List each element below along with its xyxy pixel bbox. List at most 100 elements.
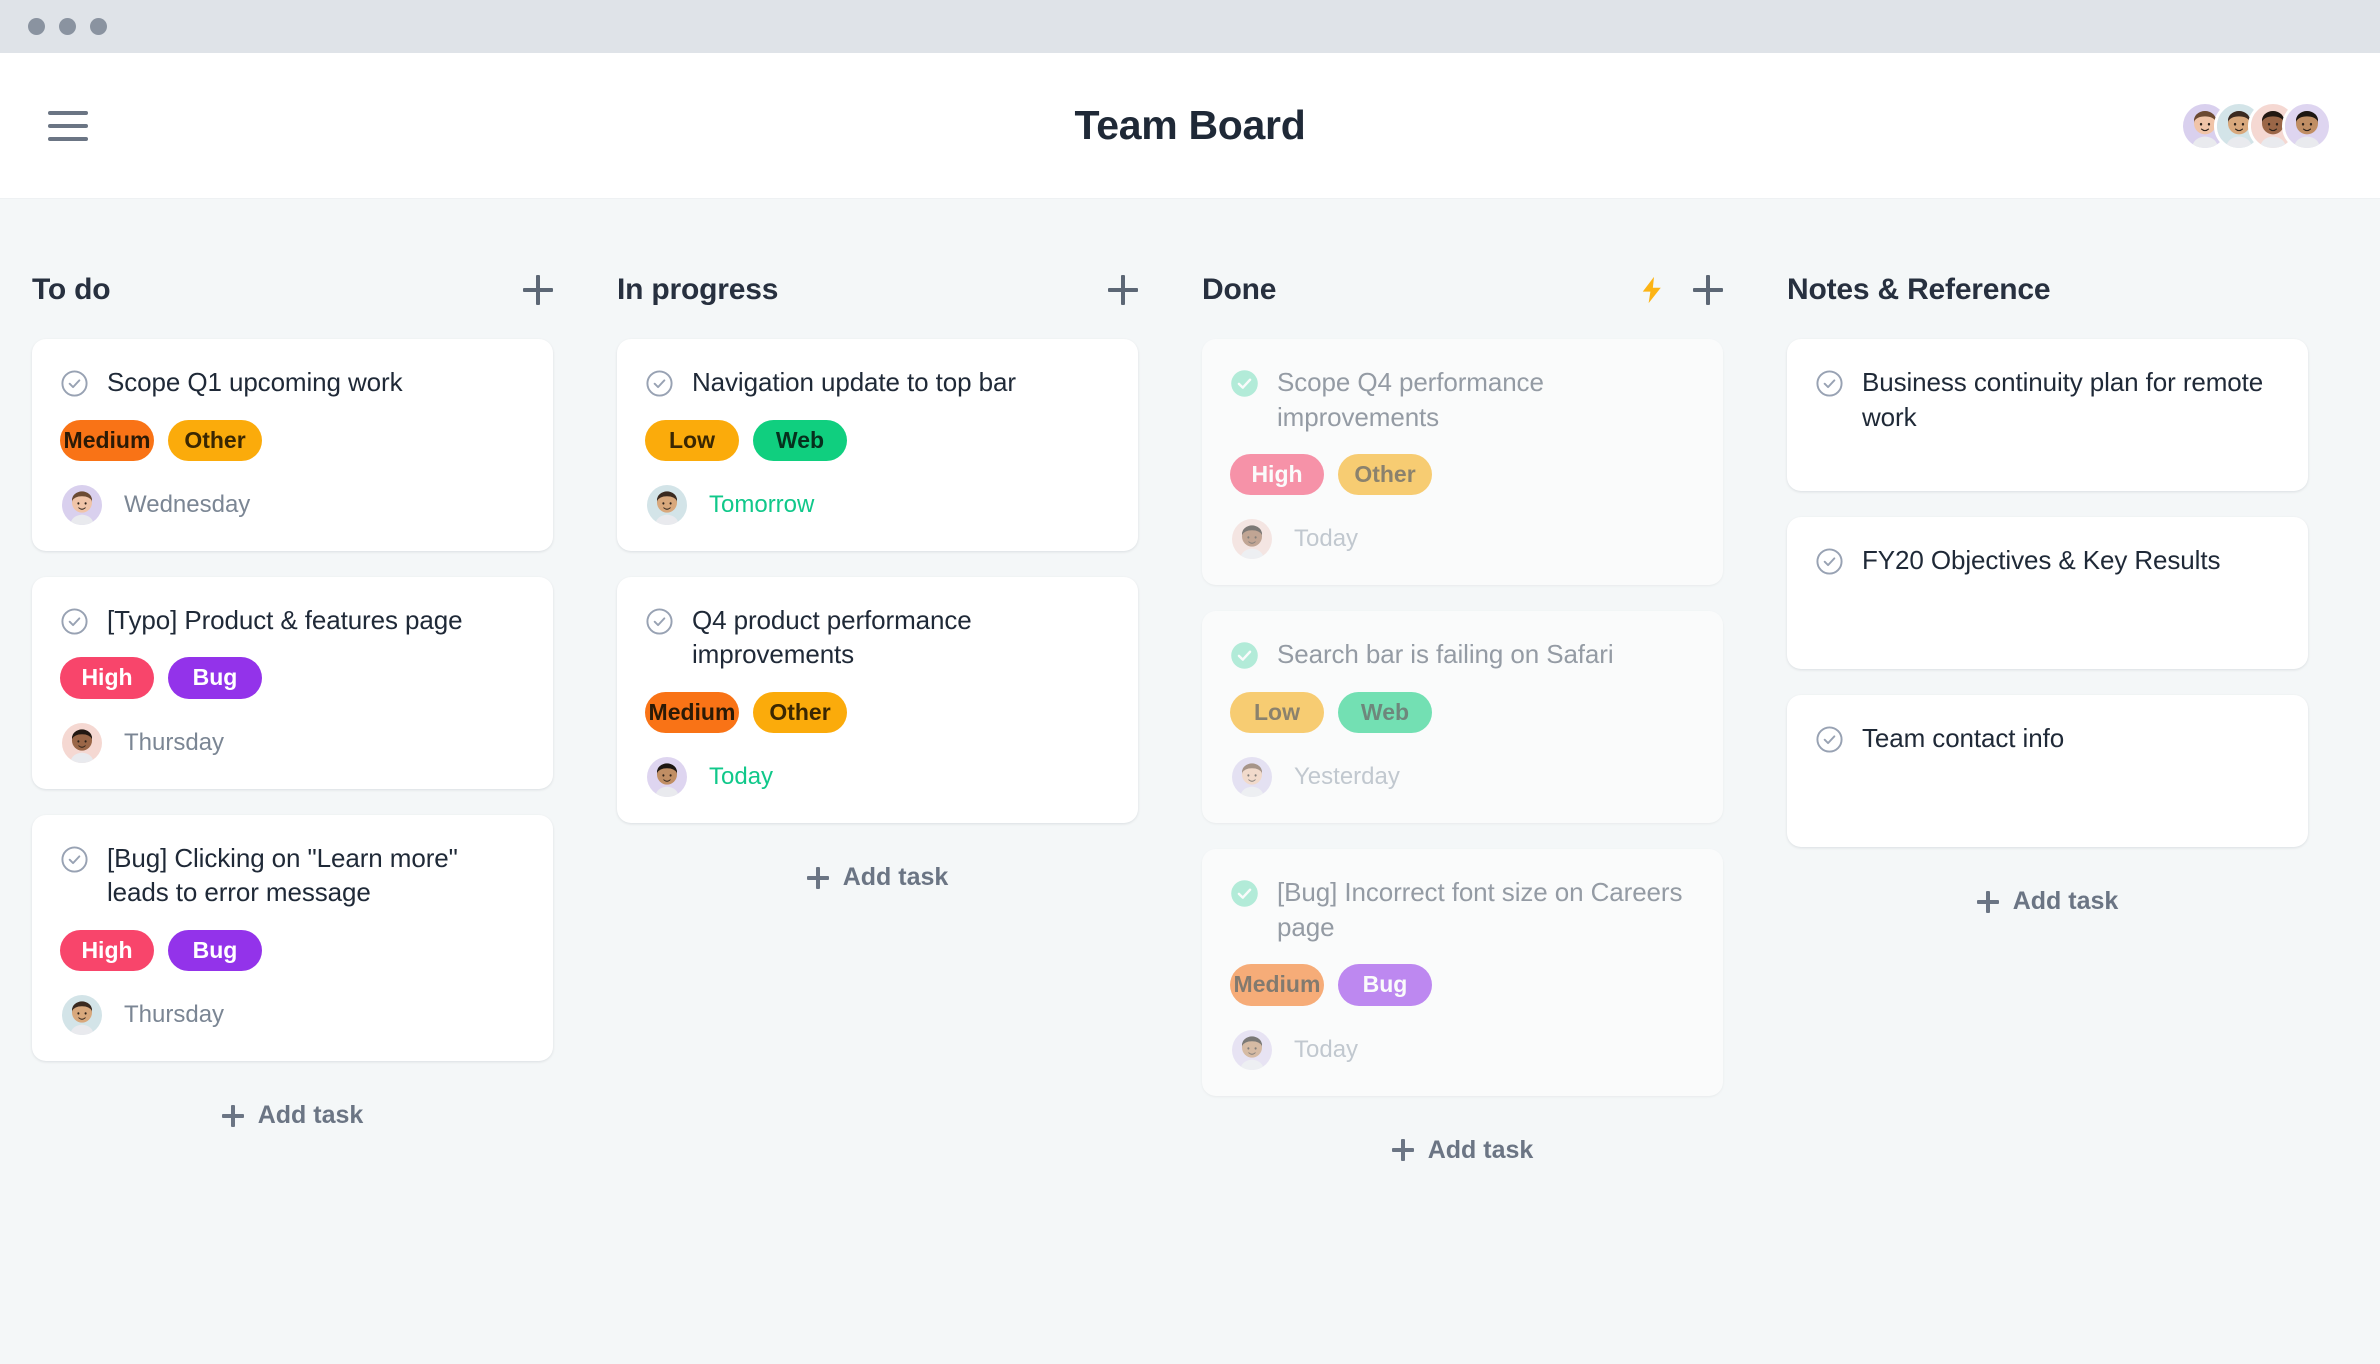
checkbox-icon[interactable] [60, 607, 89, 636]
avatar[interactable] [2282, 100, 2332, 151]
tag-badge[interactable]: High [1230, 454, 1324, 496]
tag-badge[interactable]: Medium [60, 419, 154, 461]
card-meta: Thursday [60, 720, 525, 765]
card-title-row: [Bug] Clicking on "Learn more" leads to … [60, 841, 525, 910]
column-actions [1108, 275, 1138, 305]
tag-badge[interactable]: Medium [645, 692, 739, 734]
add-task-label: Add task [1427, 1135, 1534, 1164]
card-title-row: [Bug] Incorrect font size on Careers pag… [1230, 875, 1695, 944]
task-card[interactable]: [Bug] Clicking on "Learn more" leads to … [32, 814, 553, 1062]
due-date: Today [1294, 525, 1359, 553]
column-actions [523, 275, 553, 305]
tag-badge[interactable]: Bug [168, 929, 262, 972]
add-card-icon[interactable] [1108, 275, 1138, 305]
card-title: [Bug] Clicking on "Learn more" leads to … [107, 842, 458, 908]
plus-icon [1976, 890, 1999, 913]
task-card[interactable]: Navigation update to top bar Low Web Tomor… [617, 339, 1138, 551]
hamburger-line [48, 110, 88, 115]
hamburger-line [48, 136, 88, 141]
column-title: To do [32, 273, 111, 306]
card-title: Scope Q1 upcoming work [107, 367, 403, 397]
tag-badge[interactable]: Web [753, 419, 847, 461]
assignee-avatar[interactable] [645, 482, 689, 527]
checkbox-checked-icon[interactable] [1230, 879, 1259, 908]
checkbox-icon[interactable] [60, 845, 89, 874]
task-card[interactable]: Scope Q1 upcoming work Medium Other Wednes… [32, 339, 553, 551]
card-title-row: Q4 product performance improvements [645, 603, 1110, 672]
tag-badge[interactable]: Other [1338, 454, 1432, 496]
task-card[interactable]: Search bar is failing on Safari Low Web Ye… [1202, 611, 1723, 824]
assignee-avatar[interactable] [60, 993, 104, 1038]
add-task-button[interactable]: Add task [32, 1087, 553, 1144]
close-button[interactable] [28, 18, 45, 35]
tag-badge[interactable]: Low [1230, 692, 1324, 734]
due-date: Yesterday [1294, 763, 1400, 791]
card-tags: High Bug [60, 657, 525, 699]
checkbox-icon[interactable] [60, 369, 89, 398]
card-tags: Low Web [1230, 692, 1695, 734]
plus-icon [806, 866, 829, 889]
task-card[interactable]: [Bug] Incorrect font size on Careers pag… [1202, 849, 1723, 1096]
card-title: [Typo] Product & features page [107, 604, 463, 635]
checkbox-icon[interactable] [1815, 369, 1844, 398]
add-card-icon[interactable] [523, 275, 553, 305]
due-date: Tomorrow [709, 490, 815, 518]
column-header: In progress [617, 267, 1138, 313]
card-title-row: Business continuity plan for remote work [1815, 365, 2280, 434]
minimize-button[interactable] [59, 18, 76, 35]
assignee-avatar[interactable] [1230, 755, 1274, 800]
card-title: Q4 product performance improvements [692, 604, 972, 670]
checkbox-checked-icon[interactable] [1230, 369, 1259, 398]
checkbox-icon[interactable] [645, 369, 674, 398]
column-done: Done Scope Q4 performance improvements Hi… [1170, 267, 1755, 1364]
task-card[interactable]: [Typo] Product & features page High Bug Th… [32, 576, 553, 789]
column-actions [1637, 275, 1723, 305]
card-tags: Medium Bug [1230, 964, 1695, 1006]
card-title: Search bar is failing on Safari [1277, 639, 1614, 670]
checkbox-icon[interactable] [645, 607, 674, 636]
tag-badge[interactable]: Bug [168, 657, 262, 699]
add-task-button[interactable]: Add task [617, 849, 1138, 906]
tag-badge[interactable]: Bug [1338, 964, 1432, 1006]
add-task-label: Add task [257, 1101, 364, 1130]
checkbox-icon[interactable] [1815, 725, 1844, 754]
due-date: Wednesday [124, 490, 251, 518]
tag-badge[interactable]: High [60, 929, 154, 972]
lightning-bolt-icon[interactable] [1637, 275, 1667, 305]
column-title: Done [1202, 273, 1277, 306]
due-date: Today [1294, 1035, 1359, 1063]
card-meta: Tomorrow [645, 482, 1110, 527]
assignee-avatar[interactable] [60, 482, 104, 527]
card-meta: Thursday [60, 993, 525, 1038]
assignee-avatar[interactable] [1230, 1027, 1274, 1072]
task-card[interactable]: Team contact info [1787, 695, 2308, 847]
column-header: To do [32, 267, 553, 313]
card-title-row: Scope Q1 upcoming work [60, 365, 525, 400]
assignee-avatar[interactable] [645, 755, 689, 800]
card-tags: Medium Other [645, 692, 1110, 734]
add-task-button[interactable]: Add task [1202, 1122, 1723, 1179]
card-meta: Today [645, 755, 1110, 800]
task-card[interactable]: Scope Q4 performance improvements High Oth… [1202, 339, 1723, 586]
task-card[interactable]: Q4 product performance improvements Mediu… [617, 576, 1138, 824]
maximize-button[interactable] [90, 18, 107, 35]
checkbox-icon[interactable] [1815, 547, 1844, 576]
tag-badge[interactable]: Low [645, 419, 739, 461]
hamburger-menu-icon[interactable] [48, 110, 88, 141]
checkbox-checked-icon[interactable] [1230, 641, 1259, 670]
tag-badge[interactable]: Medium [1230, 964, 1324, 1006]
assignee-avatar[interactable] [1230, 517, 1274, 562]
column-title: Notes & Reference [1787, 273, 2051, 306]
tag-badge[interactable]: Other [168, 419, 262, 461]
card-title-row: Scope Q4 performance improvements [1230, 365, 1695, 434]
task-card[interactable]: FY20 Objectives & Key Results [1787, 517, 2308, 669]
tag-badge[interactable]: High [60, 657, 154, 699]
tag-badge[interactable]: Other [753, 692, 847, 734]
add-card-icon[interactable] [1693, 275, 1723, 305]
tag-badge[interactable]: Web [1338, 692, 1432, 734]
task-card[interactable]: Business continuity plan for remote work [1787, 339, 2308, 491]
assignee-avatar[interactable] [60, 720, 104, 765]
add-task-button[interactable]: Add task [1787, 873, 2308, 930]
add-task-label: Add task [842, 863, 949, 892]
member-avatar-group[interactable] [2180, 100, 2332, 151]
